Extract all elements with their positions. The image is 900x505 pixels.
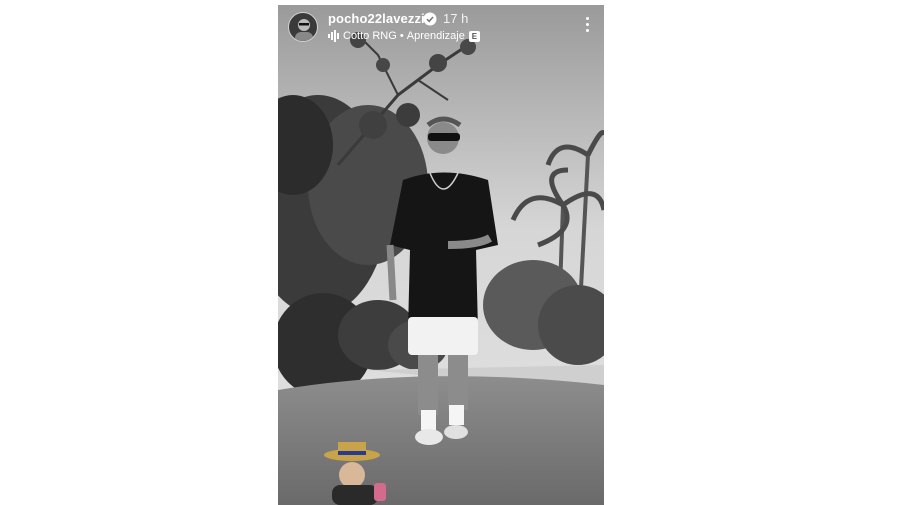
story-header: pocho22lavezzi 17 h Cotto RNG • Aprendiz… bbox=[278, 5, 604, 51]
music-song: Aprendizaje bbox=[406, 30, 465, 42]
music-separator: • bbox=[396, 30, 407, 42]
music-bars-icon bbox=[328, 30, 339, 42]
story-viewer[interactable]: pocho22lavezzi 17 h Cotto RNG • Aprendiz… bbox=[278, 5, 604, 505]
story-photo bbox=[278, 5, 604, 505]
explicit-badge: E bbox=[468, 30, 480, 42]
more-vertical-icon[interactable] bbox=[584, 17, 590, 35]
verified-badge-icon bbox=[423, 12, 437, 26]
post-time: 17 h bbox=[443, 11, 469, 26]
avatar[interactable] bbox=[288, 12, 318, 42]
username[interactable]: pocho22lavezzi bbox=[328, 11, 425, 26]
music-artist: Cotto RNG bbox=[343, 30, 397, 42]
music-info[interactable]: Cotto RNG • Aprendizaje E bbox=[328, 29, 480, 43]
